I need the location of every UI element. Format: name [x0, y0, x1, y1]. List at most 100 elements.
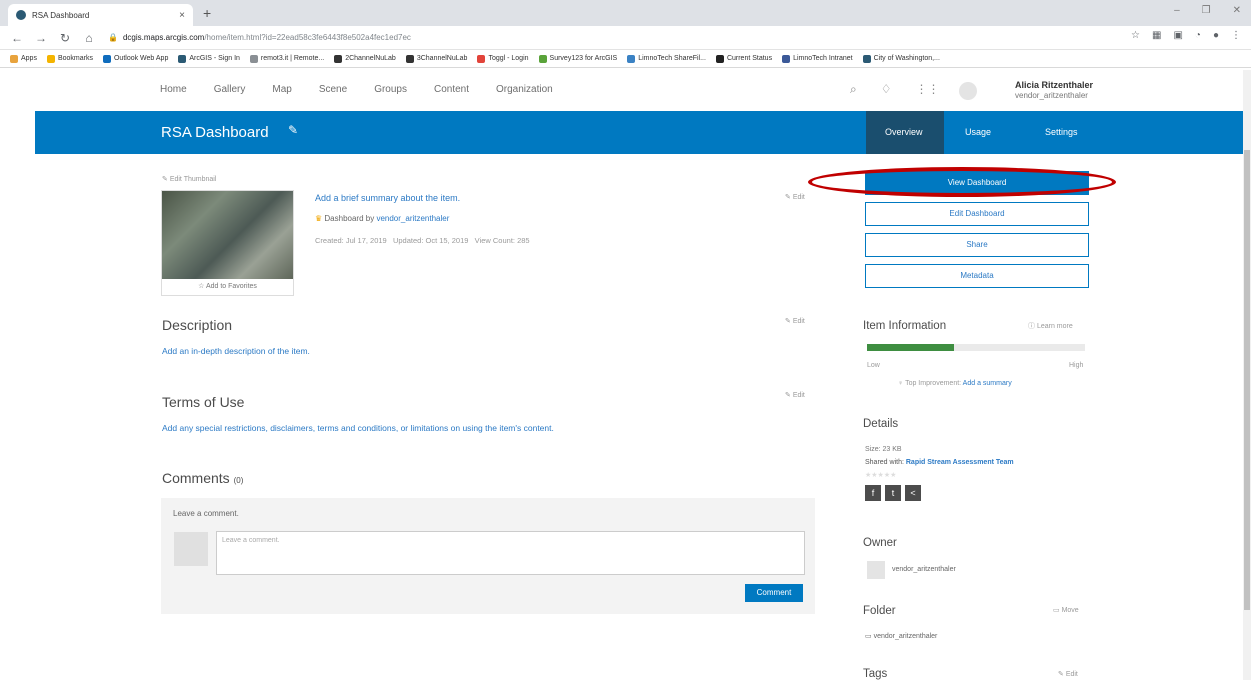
bookmark-item[interactable]: Toggl - Login — [477, 54, 529, 63]
nav-links: Home Gallery Map Scene Groups Content Organiza… — [160, 84, 553, 95]
edit-tags-link[interactable]: ✎ Edit — [1058, 670, 1078, 678]
extension-icon[interactable]: ▣ — [1173, 30, 1182, 41]
browser-tabstrip: RSA Dashboard × + – ❐ ✕ — [0, 0, 1251, 26]
highlight-oval — [808, 167, 1116, 197]
move-link[interactable]: ▭ Move — [1053, 606, 1079, 614]
reload-icon[interactable]: ↻ — [58, 31, 72, 45]
progress-high-label: High — [1069, 362, 1084, 369]
bookmark-icon — [102, 54, 111, 63]
comment-panel: Leave a comment. Leave a comment. Commen… — [161, 498, 815, 614]
bookmark-item[interactable]: 3ChannelNuLab — [405, 54, 467, 63]
owner-heading: Owner — [863, 537, 897, 549]
bell-icon[interactable]: ♢ — [881, 82, 892, 97]
bookmark-item[interactable]: LimnoTech ShareFil... — [627, 54, 706, 63]
shared-group-link[interactable]: Rapid Stream Assessment Team — [906, 459, 1014, 466]
nav-link-map[interactable]: Map — [272, 84, 291, 95]
close-window-icon[interactable]: ✕ — [1233, 5, 1241, 16]
metadata-button[interactable]: Metadata — [865, 264, 1089, 288]
rating-stars[interactable]: ★★★★★ — [865, 471, 896, 479]
nav-link-groups[interactable]: Groups — [374, 84, 407, 95]
home-icon[interactable]: ⌂ — [82, 31, 96, 45]
summary-link[interactable]: Add a brief summary about the item. — [315, 193, 460, 203]
maximize-icon[interactable]: ❐ — [1202, 5, 1211, 16]
scrollbar-thumb[interactable] — [1244, 150, 1250, 610]
add-to-favorites[interactable]: ☆ Add to Favorites — [162, 279, 293, 295]
tab-title: RSA Dashboard — [32, 10, 90, 20]
minimize-icon[interactable]: – — [1174, 5, 1180, 16]
description-heading: Description — [162, 317, 233, 333]
details-size: Size: 23 KB — [865, 446, 902, 453]
nav-link-gallery[interactable]: Gallery — [214, 84, 246, 95]
item-information-heading: Item Information — [863, 320, 947, 332]
url-field[interactable]: 🔒 dcgis.maps.arcgis.com/home/item.html?id… — [108, 33, 411, 42]
bookmark-item[interactable]: Bookmarks — [46, 54, 93, 63]
address-bar: ← → ↻ ⌂ 🔒 dcgis.maps.arcgis.com/home/item… — [0, 26, 1251, 50]
item-header: RSA Dashboard ✎ Overview Usage Settings — [35, 111, 1247, 154]
bookmark-icon — [862, 54, 871, 63]
details-heading: Details — [863, 418, 899, 430]
scrollbar[interactable] — [1243, 70, 1251, 680]
edit-pencil-icon[interactable]: ✎ — [288, 123, 298, 137]
new-tab-icon[interactable]: + — [203, 5, 211, 21]
nav-link-organization[interactable]: Organization — [496, 84, 553, 95]
facebook-icon[interactable]: f — [865, 485, 881, 501]
close-icon[interactable]: × — [179, 10, 185, 21]
owner-name[interactable]: vendor_aritzenthaler — [892, 566, 956, 573]
browser-extensions: ☆ ▦ ▣ ◔ ● ⋮ — [1131, 30, 1241, 41]
browser-tab[interactable]: RSA Dashboard × — [8, 4, 193, 26]
user-name[interactable]: Alicia Ritzenthaler — [1015, 80, 1093, 90]
nav-link-home[interactable]: Home — [160, 84, 187, 95]
comment-button[interactable]: Comment — [745, 584, 803, 602]
search-icon[interactable]: ⌕ — [850, 82, 857, 97]
nav-link-content[interactable]: Content — [434, 84, 469, 95]
nav-link-scene[interactable]: Scene — [319, 84, 347, 95]
edit-thumbnail-link[interactable]: ✎ Edit Thumbnail — [162, 175, 216, 183]
bookmark-icon — [249, 54, 258, 63]
twitter-icon[interactable]: t — [885, 485, 901, 501]
progress-fill — [867, 344, 955, 351]
edit-summary-link[interactable]: ✎ Edit — [785, 193, 805, 201]
bookmark-item[interactable]: remot3.it | Remote... — [249, 54, 324, 63]
menu-icon[interactable]: ⋮ — [1231, 30, 1241, 41]
bookmark-item[interactable]: 2ChannelNuLab — [334, 54, 396, 63]
avatar — [867, 561, 885, 579]
bookmark-item[interactable]: Current Status — [715, 54, 772, 63]
tab-usage[interactable]: Usage — [965, 127, 991, 137]
share-link-icon[interactable]: < — [905, 485, 921, 501]
tab-settings[interactable]: Settings — [1045, 127, 1078, 137]
tab-overview[interactable]: Overview — [885, 127, 923, 137]
globe-icon — [16, 10, 26, 20]
folder-name[interactable]: ▭ vendor_aritzenthaler — [865, 632, 937, 640]
star-icon[interactable]: ☆ — [1131, 30, 1140, 41]
bookmark-item[interactable]: Survey123 for ArcGIS — [538, 54, 617, 63]
dashboard-icon: ♛ — [315, 214, 323, 223]
bookmark-item[interactable]: LimnoTech Intranet — [782, 54, 853, 63]
top-improvement: ♀ Top Improvement: Add a summary — [898, 380, 1012, 387]
extension-icon[interactable]: ◔ — [1195, 30, 1201, 41]
bookmark-item[interactable]: Apps — [10, 54, 37, 63]
back-icon[interactable]: ← — [10, 31, 24, 45]
share-button[interactable]: Share — [865, 233, 1089, 257]
bookmark-icon — [782, 54, 791, 63]
item-thumbnail[interactable]: ☆ Add to Favorites — [161, 190, 294, 296]
edit-terms-link[interactable]: ✎ Edit — [785, 391, 805, 399]
bookmark-icon — [334, 54, 343, 63]
profile-icon[interactable]: ● — [1213, 30, 1219, 41]
extension-icon[interactable]: ▦ — [1152, 30, 1161, 41]
bookmark-icon — [538, 54, 547, 63]
owner-link[interactable]: vendor_aritzenthaler — [376, 214, 449, 223]
edit-dashboard-button[interactable]: Edit Dashboard — [865, 202, 1089, 226]
bookmark-item[interactable]: ArcGIS - Sign In — [178, 54, 240, 63]
description-link[interactable]: Add an in-depth description of the item. — [162, 346, 310, 356]
terms-link[interactable]: Add any special restrictions, disclaimer… — [162, 423, 554, 433]
apps-grid-icon[interactable]: ⋮⋮ — [916, 82, 940, 97]
comment-textarea[interactable]: Leave a comment. — [216, 531, 805, 575]
user-id: vendor_aritzenthaler — [1015, 91, 1088, 100]
avatar[interactable] — [959, 82, 977, 100]
add-summary-link[interactable]: Add a summary — [963, 380, 1012, 387]
bookmark-item[interactable]: City of Washington,... — [862, 54, 940, 63]
forward-icon[interactable]: → — [34, 31, 48, 45]
learn-more-link[interactable]: ⓘ Learn more — [1028, 321, 1073, 331]
bookmark-item[interactable]: Outlook Web App — [102, 54, 168, 63]
edit-description-link[interactable]: ✎ Edit — [785, 317, 805, 325]
